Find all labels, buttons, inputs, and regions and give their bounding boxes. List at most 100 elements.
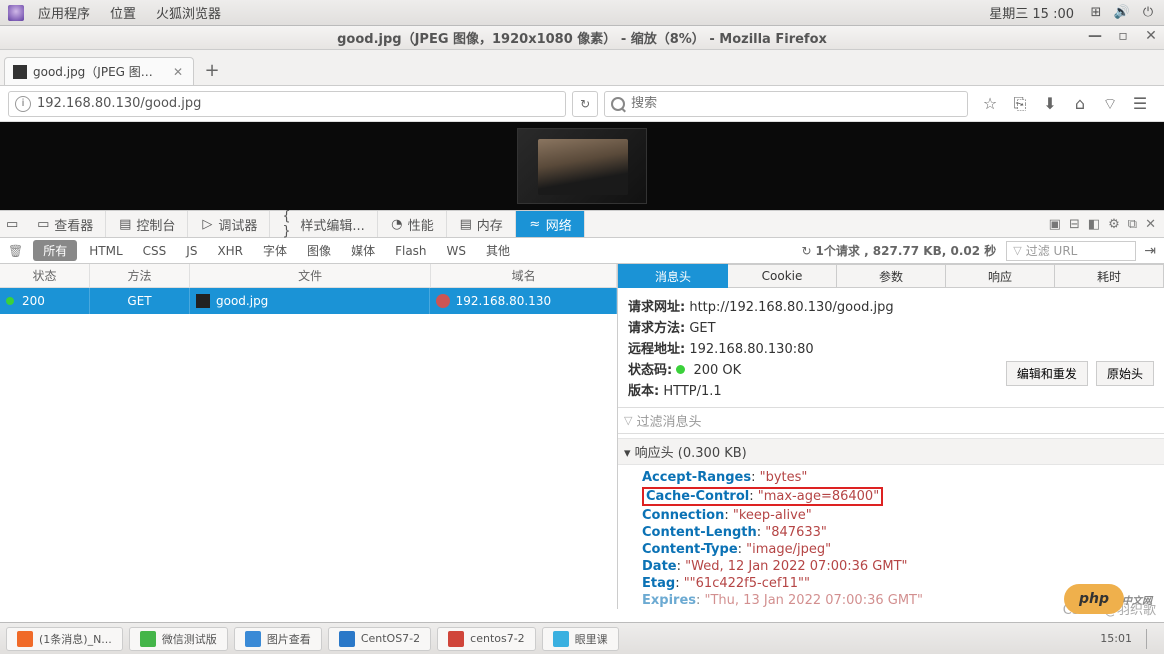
- taskbar-item[interactable]: CentOS7-2: [328, 627, 431, 651]
- devtools-responsive-icon[interactable]: ▣: [1049, 217, 1061, 232]
- devtools-close-icon[interactable]: ✕: [1145, 217, 1156, 232]
- status-dot-icon: [676, 365, 685, 374]
- raw-headers-button[interactable]: 原始头: [1096, 361, 1154, 386]
- detail-tab-response[interactable]: 响应: [946, 264, 1055, 288]
- volume-icon[interactable]: 🔊: [1114, 5, 1130, 21]
- tab-inspector[interactable]: ▭查看器: [24, 211, 106, 237]
- status-code-value: 200 OK: [693, 363, 741, 378]
- tab-debugger[interactable]: ▷调试器: [188, 211, 270, 237]
- detail-tab-params[interactable]: 参数: [837, 264, 946, 288]
- edit-resend-button[interactable]: 编辑和重发: [1006, 361, 1088, 386]
- request-list-header: 状态 方法 文件 域名: [0, 264, 617, 288]
- request-row[interactable]: 200 GET good.jpg 192.168.80.130: [0, 288, 617, 314]
- devtools-popout-icon[interactable]: ⧉: [1128, 217, 1137, 232]
- col-domain[interactable]: 域名: [431, 264, 617, 287]
- filter-fonts[interactable]: 字体: [253, 240, 297, 261]
- filter-js[interactable]: JS: [176, 242, 207, 260]
- clock-top[interactable]: 星期三 15 :00: [989, 3, 1074, 22]
- devtools: ▭ ▭查看器 ▤控制台 ▷调试器 { }样式编辑... ◔性能 ▤内存 ≈网络 …: [0, 210, 1164, 609]
- minimize-button[interactable]: —: [1088, 29, 1102, 43]
- devtools-sidebar-icon[interactable]: ◧: [1088, 217, 1100, 232]
- php-badge: 中文网php: [1064, 584, 1124, 614]
- close-button[interactable]: ✕: [1144, 29, 1158, 43]
- tab-memory[interactable]: ▤内存: [447, 211, 516, 237]
- filter-all[interactable]: 所有: [33, 240, 77, 261]
- clear-requests-icon[interactable]: 🗑: [0, 244, 31, 258]
- phpcn-label: 中文网: [1122, 592, 1152, 607]
- search-box[interactable]: [604, 91, 968, 117]
- tab-style-editor[interactable]: { }样式编辑...: [270, 211, 377, 237]
- devtools-settings-icon[interactable]: ⚙: [1108, 217, 1120, 232]
- taskbar-item[interactable]: 微信测试版: [129, 627, 228, 651]
- tab-close-icon[interactable]: ✕: [173, 65, 183, 79]
- http-version-label: 版本:: [628, 384, 659, 399]
- devtools-split-icon[interactable]: ⊟: [1069, 217, 1080, 232]
- window-titlebar: good.jpg（JPEG 图像，1920x1080 像素） - 缩放（8%） …: [0, 26, 1164, 50]
- file-thumb-icon: [196, 294, 210, 308]
- summary-reload-icon[interactable]: ↻: [801, 244, 811, 258]
- detail-tab-timings[interactable]: 耗时: [1055, 264, 1164, 288]
- filter-headers-input[interactable]: ▽ 过滤消息头: [618, 407, 1164, 434]
- inspector-icon: ▭: [36, 217, 50, 231]
- chrome-icon: [17, 631, 33, 647]
- maximize-button[interactable]: ▫: [1116, 29, 1130, 43]
- expand-details-icon[interactable]: ⇥: [1136, 243, 1164, 259]
- devtools-tabs: ▭ ▭查看器 ▤控制台 ▷调试器 { }样式编辑... ◔性能 ▤内存 ≈网络 …: [0, 210, 1164, 238]
- new-tab-button[interactable]: +: [200, 59, 224, 81]
- request-url-label: 请求网址:: [628, 300, 685, 315]
- filter-css[interactable]: CSS: [133, 242, 177, 260]
- tab-title: good.jpg（JPEG 图像...: [33, 63, 163, 80]
- power-icon[interactable]: ⏻: [1140, 5, 1156, 21]
- menu-applications[interactable]: 应用程序: [28, 3, 100, 22]
- filter-other[interactable]: 其他: [476, 240, 520, 261]
- browser-tab[interactable]: good.jpg（JPEG 图像... ✕: [4, 57, 194, 85]
- taskbar-item[interactable]: 眼里课: [542, 627, 619, 651]
- pocket-icon[interactable]: ⌔: [1100, 94, 1120, 114]
- reload-button[interactable]: ↻: [572, 91, 598, 117]
- header-content-length: Content-Length: "847633": [628, 524, 1154, 541]
- status-code-label: 状态码:: [628, 363, 672, 378]
- filter-xhr[interactable]: XHR: [207, 242, 253, 260]
- toolbar: i ↻ ☆ ⎘ ⬇ ⌂ ⌔ ☰: [0, 86, 1164, 122]
- menu-places[interactable]: 位置: [100, 3, 146, 22]
- devtools-dock-icon[interactable]: ▭: [0, 217, 24, 232]
- downloads-icon[interactable]: ⬇: [1040, 94, 1060, 114]
- filter-flash[interactable]: Flash: [385, 242, 436, 260]
- taskbar-item[interactable]: 图片查看: [234, 627, 322, 651]
- url-filter-input[interactable]: ▽ 过滤 URL: [1006, 241, 1136, 261]
- tab-console[interactable]: ▤控制台: [106, 211, 188, 237]
- menu-firefox[interactable]: 火狐浏览器: [146, 3, 231, 22]
- tab-network[interactable]: ≈网络: [516, 211, 585, 237]
- url-box[interactable]: i: [8, 91, 566, 117]
- filter-ws[interactable]: WS: [437, 242, 476, 260]
- image-preview[interactable]: [517, 128, 647, 204]
- bookmark-star-icon[interactable]: ☆: [980, 94, 1000, 114]
- detail-tab-headers[interactable]: 消息头: [618, 264, 728, 288]
- tab-performance[interactable]: ◔性能: [378, 211, 447, 237]
- bottom-clock[interactable]: 15:01: [1100, 632, 1132, 645]
- search-input[interactable]: [631, 96, 961, 111]
- taskbar-item[interactable]: (1条消息)_N...: [6, 627, 123, 651]
- url-input[interactable]: [37, 96, 559, 111]
- col-file[interactable]: 文件: [190, 264, 431, 287]
- detail-tab-cookies[interactable]: Cookie: [728, 264, 837, 288]
- show-desktop-icon[interactable]: [1146, 629, 1158, 649]
- gnome-top-panel: 应用程序 位置 火狐浏览器 星期三 15 :00 ⊞ 🔊 ⏻: [0, 0, 1164, 26]
- filter-media[interactable]: 媒体: [341, 240, 385, 261]
- hamburger-menu-icon[interactable]: ☰: [1130, 94, 1150, 114]
- network-icon[interactable]: ⊞: [1088, 5, 1104, 21]
- home-icon[interactable]: ⌂: [1070, 94, 1090, 114]
- taskbar-item[interactable]: centos7-2: [437, 627, 536, 651]
- self-link-icon[interactable]: ⎘: [1010, 94, 1030, 114]
- site-info-icon[interactable]: i: [15, 96, 31, 112]
- col-status[interactable]: 状态: [0, 264, 90, 287]
- system-tray: ⊞ 🔊 ⏻: [1088, 5, 1156, 21]
- network-wave-icon: ≈: [528, 217, 542, 231]
- col-method[interactable]: 方法: [90, 264, 190, 287]
- request-details: 消息头 Cookie 参数 响应 耗时 请求网址: http://192.168…: [618, 264, 1164, 609]
- filter-images[interactable]: 图像: [297, 240, 341, 261]
- gnome-bottom-panel: (1条消息)_N... 微信测试版 图片查看 CentOS7-2 centos7…: [0, 622, 1164, 654]
- response-headers-section[interactable]: ▾ 响应头 (0.300 KB): [618, 438, 1164, 465]
- request-method-value: GET: [689, 321, 715, 336]
- filter-html[interactable]: HTML: [79, 242, 132, 260]
